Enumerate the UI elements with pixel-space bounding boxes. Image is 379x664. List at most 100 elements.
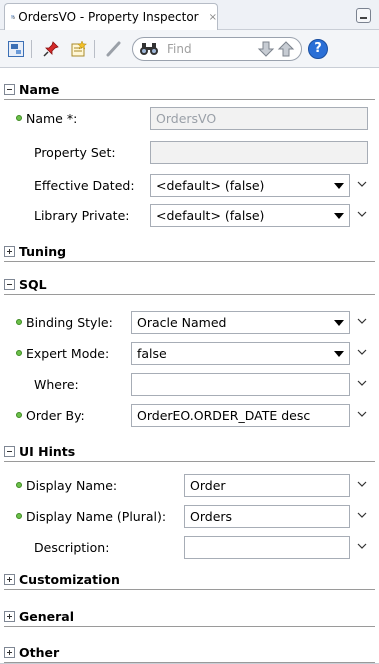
- property-label: Property Set:: [34, 145, 116, 160]
- section-title: Other: [19, 645, 60, 660]
- dropdown-arrow-icon: [334, 320, 344, 326]
- dropdown-arrow-icon: [334, 351, 344, 357]
- property-label: Description:: [34, 540, 110, 555]
- select-value: <default> (false): [156, 178, 265, 193]
- section-header-general[interactable]: General: [4, 607, 375, 627]
- chevron-down-icon[interactable]: [357, 347, 367, 357]
- toolbar-separator: [31, 39, 32, 58]
- section-header-other[interactable]: Other: [4, 643, 375, 663]
- property-label: Effective Dated:: [34, 178, 135, 193]
- expand-icon: [4, 611, 15, 622]
- section-title: General: [19, 609, 74, 624]
- help-icon[interactable]: ?: [308, 38, 328, 59]
- display-name-field[interactable]: Order: [184, 474, 350, 497]
- expand-icon: [4, 246, 15, 257]
- library-private-select[interactable]: <default> (false): [150, 204, 350, 227]
- edit-button[interactable]: [102, 37, 126, 61]
- required-indicator-icon: [16, 513, 22, 519]
- minimize-button[interactable]: [356, 8, 371, 23]
- binoculars-icon[interactable]: [139, 41, 159, 57]
- required-indicator-icon: [16, 482, 22, 488]
- chevron-down-icon[interactable]: [357, 541, 367, 551]
- property-label: Display Name:: [26, 478, 118, 493]
- search-input[interactable]: [165, 39, 225, 58]
- property-row-order-by: Order By: OrderEO.ORDER_DATE desc: [0, 401, 379, 429]
- section-title: UI Hints: [19, 444, 76, 459]
- property-row-display-name-plural: Display Name (Plural): Orders: [0, 502, 379, 530]
- where-field[interactable]: [131, 373, 350, 396]
- property-label: Where:: [34, 377, 79, 392]
- property-row-name: Name *: OrdersVO: [0, 104, 379, 132]
- frame-icon: [8, 40, 24, 57]
- close-icon[interactable]: ×: [209, 12, 217, 23]
- section-header-ui-hints[interactable]: UI Hints: [4, 442, 375, 462]
- edit-source-icon: [71, 39, 88, 56]
- property-label: Name *:: [26, 111, 78, 126]
- collapse-icon: [4, 84, 15, 95]
- chevron-down-icon[interactable]: [357, 209, 367, 219]
- search-navigation: [257, 40, 295, 58]
- property-label: Library Private:: [34, 208, 130, 223]
- tab-property-inspector[interactable]: OrdersVO - Property Inspector ×: [4, 3, 218, 30]
- order-by-field[interactable]: OrderEO.ORDER_DATE desc: [131, 404, 350, 427]
- chevron-down-icon[interactable]: [357, 316, 367, 326]
- property-row-property-set: Property Set:: [0, 138, 379, 166]
- expand-icon: [4, 647, 15, 658]
- section-header-tuning[interactable]: Tuning: [4, 242, 375, 262]
- pin-button[interactable]: [39, 37, 63, 61]
- select-value: false: [137, 346, 167, 361]
- property-label: Binding Style:: [26, 315, 113, 330]
- title-bar: OrdersVO - Property Inspector ×: [0, 0, 379, 30]
- toolbar-separator: [94, 39, 95, 58]
- expert-mode-select[interactable]: false: [131, 342, 350, 365]
- property-row-effective-dated: Effective Dated: <default> (false): [0, 171, 379, 199]
- chevron-down-icon[interactable]: [357, 179, 367, 189]
- section-title: Tuning: [19, 244, 67, 259]
- name-field[interactable]: OrdersVO: [150, 107, 368, 130]
- property-row-where: Where:: [0, 370, 379, 398]
- pencil-icon: [106, 41, 121, 56]
- required-indicator-icon: [16, 319, 22, 325]
- expand-icon: [4, 574, 15, 585]
- property-row-description: Description:: [0, 533, 379, 561]
- dropdown-arrow-icon: [334, 183, 344, 189]
- display-name-plural-field[interactable]: Orders: [184, 505, 350, 528]
- property-set-field[interactable]: [150, 141, 368, 164]
- property-label: Expert Mode:: [26, 346, 110, 361]
- property-row-binding-style: Binding Style: Oracle Named: [0, 308, 379, 336]
- section-header-sql[interactable]: SQL: [4, 275, 375, 295]
- select-value: <default> (false): [156, 208, 265, 223]
- effective-dated-select[interactable]: <default> (false): [150, 174, 350, 197]
- search-box: [132, 36, 302, 61]
- section-title: Name: [19, 82, 60, 97]
- property-label: Order By:: [26, 408, 85, 423]
- tab-title: OrdersVO - Property Inspector: [18, 10, 199, 24]
- required-indicator-icon: [16, 412, 22, 418]
- find-down-icon[interactable]: [257, 40, 275, 58]
- select-value: Oracle Named: [137, 315, 227, 330]
- pin-icon: [43, 40, 59, 57]
- toolbar: ?: [0, 30, 379, 68]
- section-header-customization[interactable]: Customization: [4, 570, 375, 590]
- section-title: Customization: [19, 572, 120, 587]
- find-up-icon[interactable]: [277, 40, 295, 58]
- required-indicator-icon: [16, 115, 22, 121]
- property-row-display-name: Display Name: Order: [0, 471, 379, 499]
- collapse-icon: [4, 446, 15, 457]
- edit-source-button[interactable]: [67, 37, 91, 61]
- frame-button[interactable]: [4, 37, 28, 61]
- property-inspector-icon: [11, 15, 16, 20]
- binding-style-select[interactable]: Oracle Named: [131, 311, 350, 334]
- property-row-library-private: Library Private: <default> (false): [0, 201, 379, 229]
- chevron-down-icon[interactable]: [357, 378, 367, 388]
- chevron-down-icon[interactable]: [357, 510, 367, 520]
- description-field[interactable]: [184, 536, 350, 559]
- section-header-name[interactable]: Name: [4, 80, 375, 100]
- section-title: SQL: [19, 277, 47, 292]
- chevron-down-icon[interactable]: [357, 409, 367, 419]
- dropdown-arrow-icon: [334, 213, 344, 219]
- property-row-expert-mode: Expert Mode: false: [0, 339, 379, 367]
- chevron-down-icon[interactable]: [357, 479, 367, 489]
- property-label: Display Name (Plural):: [26, 509, 167, 524]
- collapse-icon: [4, 279, 15, 290]
